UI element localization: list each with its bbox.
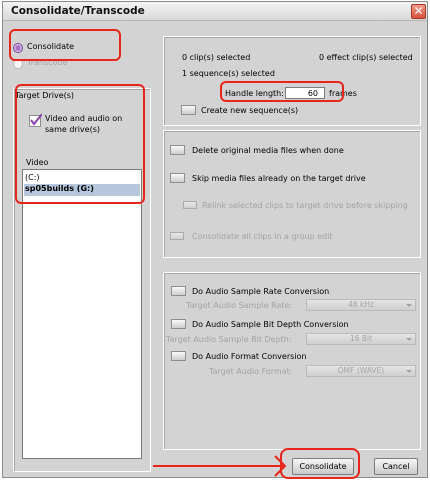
effect-clips-selected-text: 0 effect clip(s) selected xyxy=(319,53,413,62)
bit-depth-value: 16 Bit xyxy=(349,334,373,343)
window-title: Consolidate/Transcode xyxy=(11,5,145,17)
cancel-button[interactable]: Cancel xyxy=(374,458,418,475)
chevron-down-icon xyxy=(406,370,412,373)
sample-rate-conversion-label: Do Audio Sample Rate Conversion xyxy=(192,287,330,296)
chevron-down-icon xyxy=(406,304,412,307)
relink-checkbox[interactable] xyxy=(183,201,197,209)
title-bar[interactable]: Consolidate/Transcode ✕ xyxy=(3,2,427,21)
audio-format-conversion-checkbox[interactable] xyxy=(171,351,186,361)
sample-rate-conversion-checkbox[interactable] xyxy=(171,286,186,296)
target-drives-highlight xyxy=(15,84,145,204)
audio-format-label: Target Audio Format: xyxy=(209,367,293,376)
video-drive-list[interactable]: (C:) sp05builds (G:) xyxy=(22,169,142,459)
close-icon[interactable]: ✕ xyxy=(411,4,426,19)
delete-original-label: Delete original media files when done xyxy=(192,146,344,155)
sample-rate-select[interactable]: 48 kHz xyxy=(306,299,416,311)
sample-rate-label: Target Audio Sample Rate: xyxy=(186,301,293,310)
skip-media-label: Skip media files already on the target d… xyxy=(192,174,366,183)
create-new-sequences-label: Create new sequence(s) xyxy=(201,106,299,115)
bit-depth-conversion-checkbox[interactable] xyxy=(171,319,186,329)
delete-original-checkbox[interactable] xyxy=(170,145,185,155)
bit-depth-select[interactable]: 16 Bit xyxy=(306,333,416,345)
sample-rate-value: 48 kHz xyxy=(348,300,374,309)
consolidate-highlight xyxy=(9,29,121,61)
create-new-sequences-checkbox[interactable] xyxy=(181,105,196,115)
annotation-arrow-icon xyxy=(153,455,287,477)
consolidate-group-label: Consolidate all clips in a group edit xyxy=(192,232,333,241)
audio-format-conversion-label: Do Audio Format Conversion xyxy=(192,352,307,361)
skip-media-checkbox[interactable] xyxy=(170,173,185,183)
clips-selected-text: 0 clip(s) selected xyxy=(182,53,251,62)
audio-format-select[interactable]: OMF (WAVE) xyxy=(306,365,416,377)
consolidate-transcode-dialog: Consolidate/Transcode ✕ Consolidate Tran… xyxy=(2,1,428,479)
consolidate-group-checkbox[interactable] xyxy=(170,232,184,240)
audio-format-value: OMF (WAVE) xyxy=(337,366,385,375)
sequences-selected-text: 1 sequence(s) selected xyxy=(182,69,275,78)
bit-depth-label: Target Audio Sample Bit Depth: xyxy=(166,335,292,344)
relink-label: Relink selected clips to target drive be… xyxy=(202,201,408,210)
bit-depth-conversion-label: Do Audio Sample Bit Depth Conversion xyxy=(192,320,349,329)
chevron-down-icon xyxy=(406,338,412,341)
handle-length-highlight xyxy=(220,81,344,102)
consolidate-button-highlight xyxy=(280,448,360,479)
